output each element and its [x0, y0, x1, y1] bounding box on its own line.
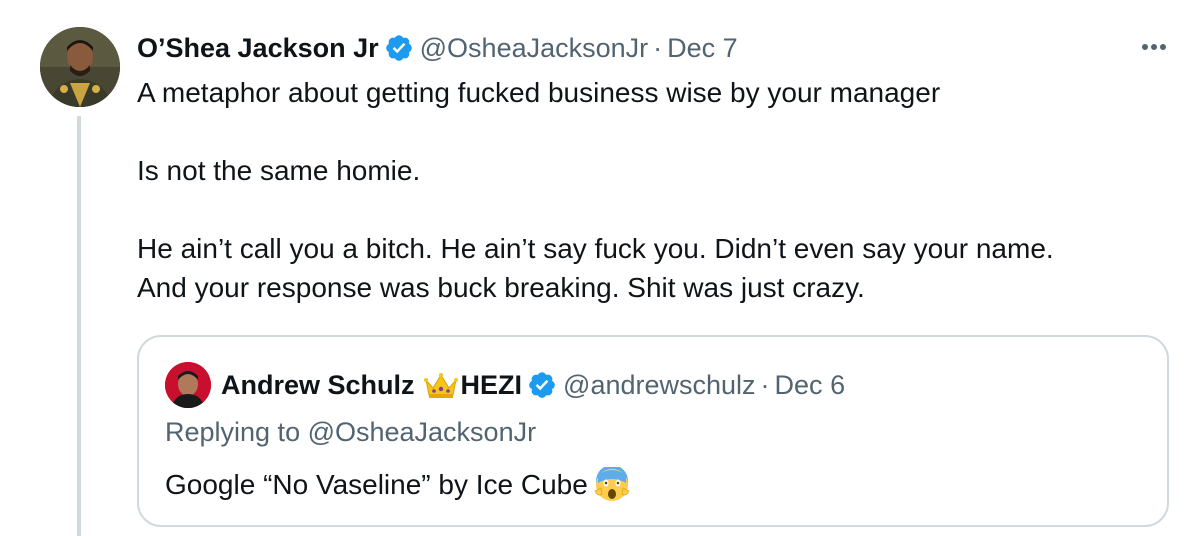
- thread-line: [77, 116, 81, 536]
- quoted-tweet[interactable]: Andrew Schulz HEZI @andrewschulz · Dec 6…: [137, 335, 1169, 527]
- more-horizontal-icon[interactable]: [1136, 32, 1172, 62]
- tweet-text-line: A metaphor about getting fucked business…: [137, 77, 941, 108]
- author-handle[interactable]: @OsheaJacksonJr: [420, 33, 649, 64]
- replying-to[interactable]: Replying to @OsheaJacksonJr: [165, 417, 536, 448]
- quoted-author-name-suffix[interactable]: HEZI: [461, 370, 523, 401]
- tweet[interactable]: O’Shea Jackson Jr @OsheaJacksonJr · Dec …: [0, 0, 1196, 536]
- author-avatar[interactable]: [40, 27, 120, 107]
- quoted-text: Google “No Vaseline” by Ice Cube: [165, 465, 630, 503]
- quoted-author-avatar[interactable]: [165, 362, 211, 408]
- tweet-text-line: He ain’t call you a bitch. He ain’t say …: [137, 233, 1054, 264]
- quoted-text-content: Google “No Vaseline” by Ice Cube: [165, 469, 588, 500]
- quoted-header: Andrew Schulz HEZI @andrewschulz · Dec 6: [221, 365, 845, 405]
- tweet-text-line: Is not the same homie.: [137, 155, 421, 186]
- quoted-author-name[interactable]: Andrew Schulz: [221, 370, 415, 401]
- quoted-author-handle[interactable]: @andrewschulz: [563, 370, 756, 401]
- quoted-date[interactable]: Dec 6: [775, 370, 846, 401]
- verified-badge-icon: [527, 370, 557, 400]
- screaming-face-icon: [594, 465, 630, 503]
- tweet-text: A metaphor about getting fucked business…: [137, 73, 1177, 307]
- separator-dot: ·: [653, 32, 663, 63]
- author-name[interactable]: O’Shea Jackson Jr: [137, 33, 379, 64]
- verified-badge-icon: [384, 33, 414, 63]
- tweet-text-line: And your response was buck breaking. Shi…: [137, 272, 865, 303]
- crown-icon: [423, 370, 459, 400]
- tweet-header: O’Shea Jackson Jr @OsheaJacksonJr · Dec …: [137, 28, 738, 68]
- separator-dot: ·: [760, 369, 770, 400]
- tweet-date[interactable]: Dec 7: [667, 33, 738, 64]
